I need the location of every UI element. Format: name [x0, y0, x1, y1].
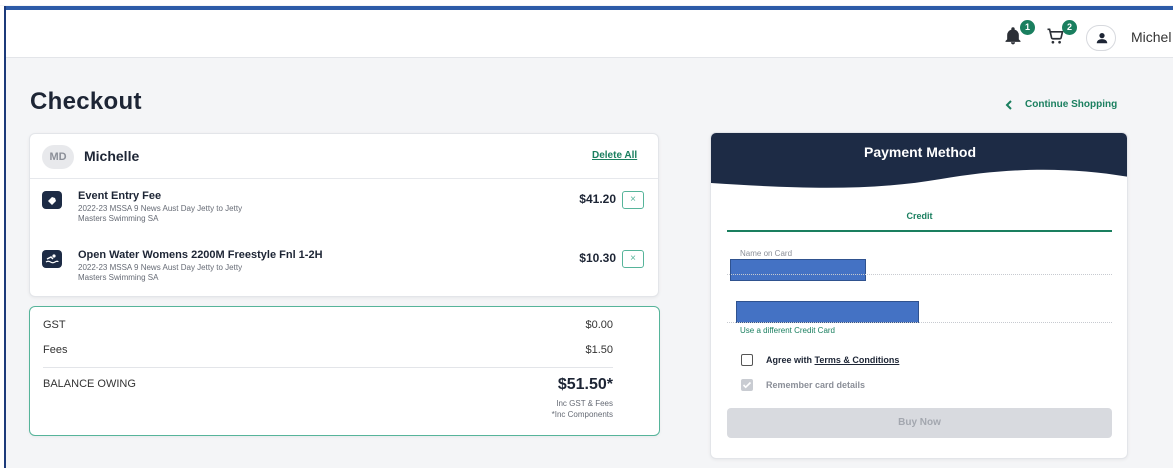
use-different-card-link[interactable]: Use a different Credit Card [740, 326, 835, 335]
order-summary-card: GST $0.00 Fees $1.50 BALANCE OWING $51.5… [29, 306, 660, 436]
user-icon [1096, 33, 1108, 44]
fees-row: Fees $1.50 [43, 344, 613, 356]
summary-divider [43, 367, 613, 368]
cart-button[interactable]: 2 [1045, 20, 1077, 48]
balance-value: $51.50* [557, 376, 613, 393]
remember-card-label: Remember card details [766, 380, 866, 390]
agree-terms-checkbox[interactable] [741, 354, 753, 366]
item-event: 2022-23 MSSA 9 News Aust Day Jetty to Je… [78, 263, 243, 272]
page-title: Checkout [30, 88, 142, 115]
item-price: $41.20 [579, 192, 616, 206]
payment-method-card: Payment Method Credit Name on Card Use a… [710, 132, 1128, 459]
notifications-badge: 1 [1020, 20, 1035, 35]
buy-now-button[interactable]: Buy Now [727, 408, 1112, 438]
remember-card-checkbox[interactable] [741, 379, 753, 391]
item-organization: Masters Swimming SA [78, 214, 159, 223]
user-avatar-button[interactable] [1086, 25, 1116, 51]
name-on-card-input[interactable] [730, 259, 866, 281]
item-title: Event Entry Fee [78, 190, 162, 202]
card-field-underline [727, 322, 1112, 323]
left-border [0, 6, 6, 468]
swimmer-icon [42, 250, 62, 268]
remove-item-button[interactable]: × [622, 191, 644, 209]
tab-credit[interactable]: Credit [727, 201, 1112, 232]
fees-label: Fees [43, 344, 68, 356]
username[interactable]: Michel [1131, 29, 1171, 45]
cart-owner-name: Michelle [84, 148, 140, 164]
chevron-left-icon [1005, 99, 1012, 110]
balance-note-fees: Inc GST & Fees [556, 399, 613, 408]
item-title: Open Water Womens 2200M Freestyle Fnl 1-… [78, 249, 323, 261]
name-field-underline [727, 274, 1112, 275]
user-initials-avatar: MD [42, 145, 74, 169]
balance-row: BALANCE OWING [43, 378, 613, 390]
card-number-input[interactable] [736, 301, 919, 323]
balance-label: BALANCE OWING [43, 378, 136, 390]
cart-item: Open Water Womens 2200M Freestyle Fnl 1-… [30, 240, 658, 290]
top-strip [0, 0, 1173, 5]
continue-shopping-label: Continue Shopping [1025, 99, 1118, 110]
remove-item-button[interactable]: × [622, 250, 644, 268]
cart-item: Event Entry Fee 2022-23 MSSA 9 News Aust… [30, 181, 658, 231]
balance-note-components: *Inc Components [551, 410, 613, 419]
item-price: $10.30 [579, 251, 616, 265]
gst-value: $0.00 [585, 319, 613, 331]
cart-header: MD Michelle Delete All [30, 134, 658, 179]
continue-shopping-link[interactable]: Continue Shopping [1005, 99, 1117, 110]
notifications-button[interactable]: 1 [1003, 20, 1035, 48]
cart-card: MD Michelle Delete All Event Entry Fee 2… [29, 133, 659, 297]
name-on-card-label: Name on Card [740, 249, 793, 258]
fees-value: $1.50 [585, 344, 613, 356]
delete-all-button[interactable]: Delete All [592, 150, 637, 161]
header-bar [6, 6, 1173, 58]
agree-prefix: Agree with [766, 355, 815, 365]
agree-terms-label: Agree with Terms & Conditions [766, 355, 899, 365]
terms-conditions-link[interactable]: Terms & Conditions [815, 355, 900, 365]
gst-label: GST [43, 319, 66, 331]
payment-header-wave [711, 133, 1127, 188]
gst-row: GST $0.00 [43, 319, 613, 331]
payment-method-title: Payment Method [863, 144, 976, 160]
cart-badge: 2 [1062, 20, 1077, 35]
item-event: 2022-23 MSSA 9 News Aust Day Jetty to Je… [78, 204, 243, 213]
item-organization: Masters Swimming SA [78, 273, 159, 282]
ticket-icon [42, 191, 62, 209]
check-icon [742, 381, 752, 389]
